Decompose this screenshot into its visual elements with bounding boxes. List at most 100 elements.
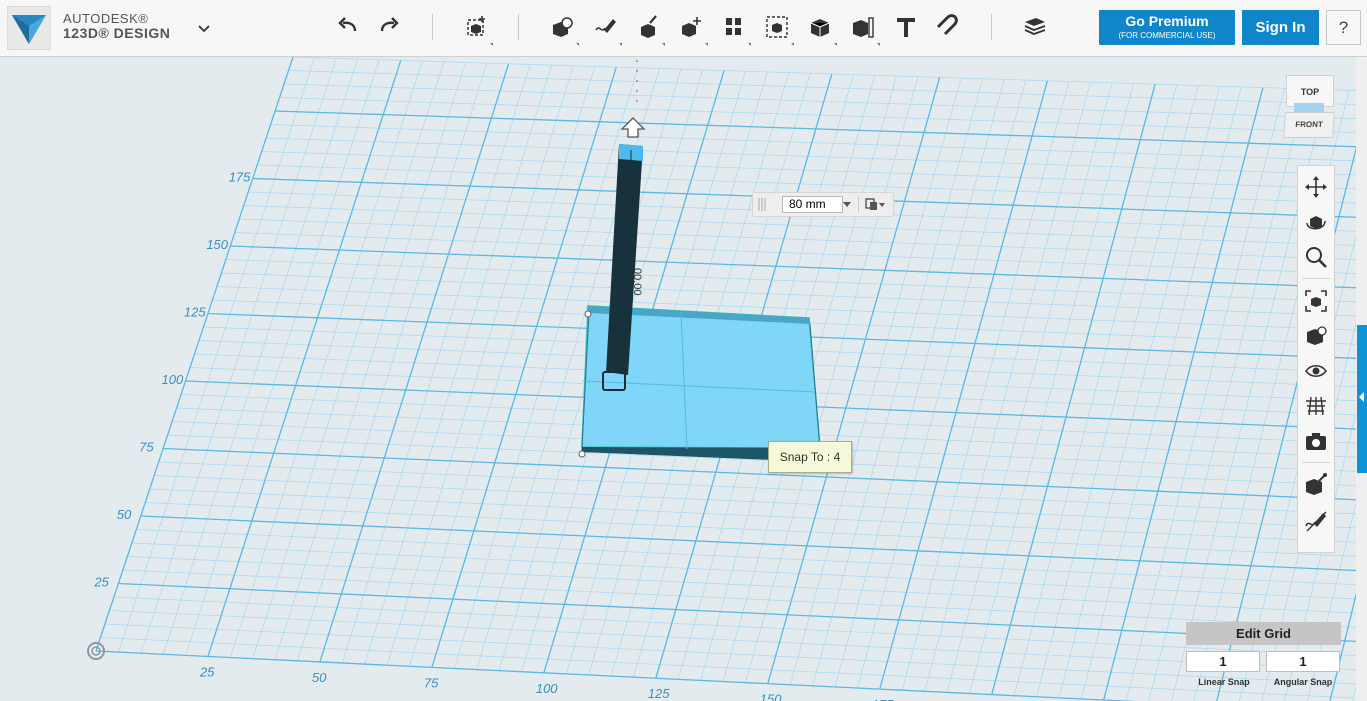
undo-button[interactable] xyxy=(331,10,365,44)
material-view-button[interactable] xyxy=(1303,472,1329,498)
shaded-view-icon xyxy=(1307,326,1327,345)
snap-options-icon[interactable] xyxy=(863,196,887,213)
grid-line xyxy=(95,650,1138,701)
orbit-icon xyxy=(1306,216,1326,230)
units-dropdown-arrow-icon[interactable] xyxy=(843,198,851,210)
grid-line xyxy=(140,515,1356,572)
fit-to-view-icon xyxy=(1305,290,1327,312)
combine-button[interactable] xyxy=(803,10,837,46)
zoom-button[interactable] xyxy=(1303,244,1329,270)
fit-view-button[interactable] xyxy=(1303,288,1329,314)
brand-line-2: 123D® DESIGN xyxy=(63,25,171,41)
grid-line xyxy=(279,97,1356,134)
grid-line xyxy=(221,272,1356,317)
pan-arrows-icon xyxy=(1305,176,1327,198)
text-button[interactable] xyxy=(889,10,923,44)
x-axis-tick-label: 75 xyxy=(424,675,439,690)
edit-grid-panel: Edit Grid 1 1 Linear Snap Angular Snap xyxy=(1186,622,1341,698)
primitives-menu-button[interactable] xyxy=(545,10,579,46)
linear-snap-input[interactable]: 1 xyxy=(1186,651,1260,672)
y-axis-tick-label: 25 xyxy=(93,575,109,590)
materials-layers-icon xyxy=(1024,18,1046,35)
pan-button[interactable] xyxy=(1303,174,1329,200)
y-axis-tick-label: 175 xyxy=(229,170,251,185)
view-cube-front-face[interactable]: FRONT xyxy=(1283,112,1335,138)
x-axis-tick-label: 175 xyxy=(872,697,894,701)
x-axis-tick-label: 125 xyxy=(648,686,670,701)
grid-toggle-button[interactable] xyxy=(1303,393,1329,419)
toolbar-divider xyxy=(432,14,433,40)
app-logo-icon[interactable] xyxy=(6,5,52,51)
grid-canvas[interactable]: 2550751001251501752002252502752550751001… xyxy=(0,57,1356,701)
corner-handle[interactable] xyxy=(578,450,586,458)
extrude-icon xyxy=(641,15,657,38)
grid-line xyxy=(270,124,1356,162)
help-button[interactable]: ? xyxy=(1326,10,1361,45)
y-axis-tick-label: 150 xyxy=(206,237,228,252)
3d-viewport[interactable]: 2550751001251501752002252502752550751001… xyxy=(0,57,1356,701)
grid-line xyxy=(154,475,1356,529)
view-cube-front-label: FRONT xyxy=(1294,120,1324,129)
grid-line xyxy=(127,556,1356,614)
grid-line xyxy=(136,529,1356,586)
toolbar-divider xyxy=(991,14,992,40)
measure-button[interactable] xyxy=(846,10,880,46)
angular-snap-label: Angular Snap xyxy=(1273,677,1333,687)
grid-line xyxy=(95,57,294,652)
grid-line xyxy=(1103,87,1264,701)
premium-sublabel: (FOR COMMERCIAL USE) xyxy=(1118,31,1216,40)
sketch-pencil-icon xyxy=(595,19,616,33)
group-button[interactable] xyxy=(760,10,794,46)
redo-button[interactable] xyxy=(372,10,406,44)
angular-snap-input[interactable]: 1 xyxy=(1266,651,1340,672)
toolbar-divider xyxy=(518,14,519,40)
edit-grid-button[interactable]: Edit Grid xyxy=(1186,622,1341,645)
visibility-button[interactable] xyxy=(1303,358,1329,384)
sign-in-button[interactable]: Sign In xyxy=(1242,10,1319,45)
text-icon xyxy=(897,18,915,37)
hide-sketch-icon xyxy=(1305,511,1327,532)
view-cube[interactable]: TOP FRONT xyxy=(1283,75,1335,138)
premium-label: Go Premium xyxy=(1125,13,1209,29)
object-dimension-label: 00.00 xyxy=(631,268,643,296)
grid-line xyxy=(131,542,1356,600)
screenshot-button[interactable] xyxy=(1303,428,1329,454)
linear-snap-label: Linear Snap xyxy=(1198,677,1250,687)
app-menu-chevron-down-icon[interactable] xyxy=(196,20,212,36)
nav-divider xyxy=(1302,462,1330,463)
redo-icon xyxy=(380,17,399,32)
primitives-button[interactable] xyxy=(459,10,493,46)
construct-button[interactable] xyxy=(631,10,665,46)
x-axis-tick-label: 25 xyxy=(199,664,215,679)
snap-button[interactable] xyxy=(932,10,966,44)
pattern-button[interactable] xyxy=(717,10,751,46)
divider xyxy=(858,196,859,213)
magnifier-icon xyxy=(1306,247,1327,268)
add-primitive-icon xyxy=(467,16,485,36)
top-toolbar: AUTODESK® 123D® DESIGN Go Premium (FOR C… xyxy=(0,0,1367,57)
camera-icon xyxy=(1306,433,1326,450)
measure-icon xyxy=(853,17,874,38)
view-cube-edge-highlight[interactable] xyxy=(1294,103,1324,112)
group-icon xyxy=(766,16,788,38)
modify-icon xyxy=(682,17,701,37)
extrude-arrow-handle[interactable] xyxy=(620,117,646,138)
sketch-button[interactable] xyxy=(588,10,622,46)
nav-divider xyxy=(1302,278,1330,279)
hide-sketches-button[interactable] xyxy=(1303,508,1329,534)
pattern-icon xyxy=(726,18,741,35)
materials-button[interactable] xyxy=(1018,10,1052,44)
modify-button[interactable] xyxy=(674,10,708,46)
drag-grip-icon[interactable] xyxy=(756,196,768,213)
grid-line xyxy=(145,502,1356,557)
orbit-button[interactable] xyxy=(1303,209,1329,235)
corner-handle[interactable] xyxy=(584,310,592,318)
collapse-arrow-icon[interactable] xyxy=(1359,392,1364,402)
y-axis-tick-label: 100 xyxy=(162,372,184,387)
grid-view-icon xyxy=(1306,396,1326,416)
view-mode-button[interactable] xyxy=(1303,323,1329,349)
go-premium-button[interactable]: Go Premium (FOR COMMERCIAL USE) xyxy=(1099,10,1235,45)
dimension-input[interactable] xyxy=(782,196,843,213)
brand-line-1: AUTODESK® xyxy=(63,11,149,26)
eye-icon xyxy=(1305,364,1327,378)
